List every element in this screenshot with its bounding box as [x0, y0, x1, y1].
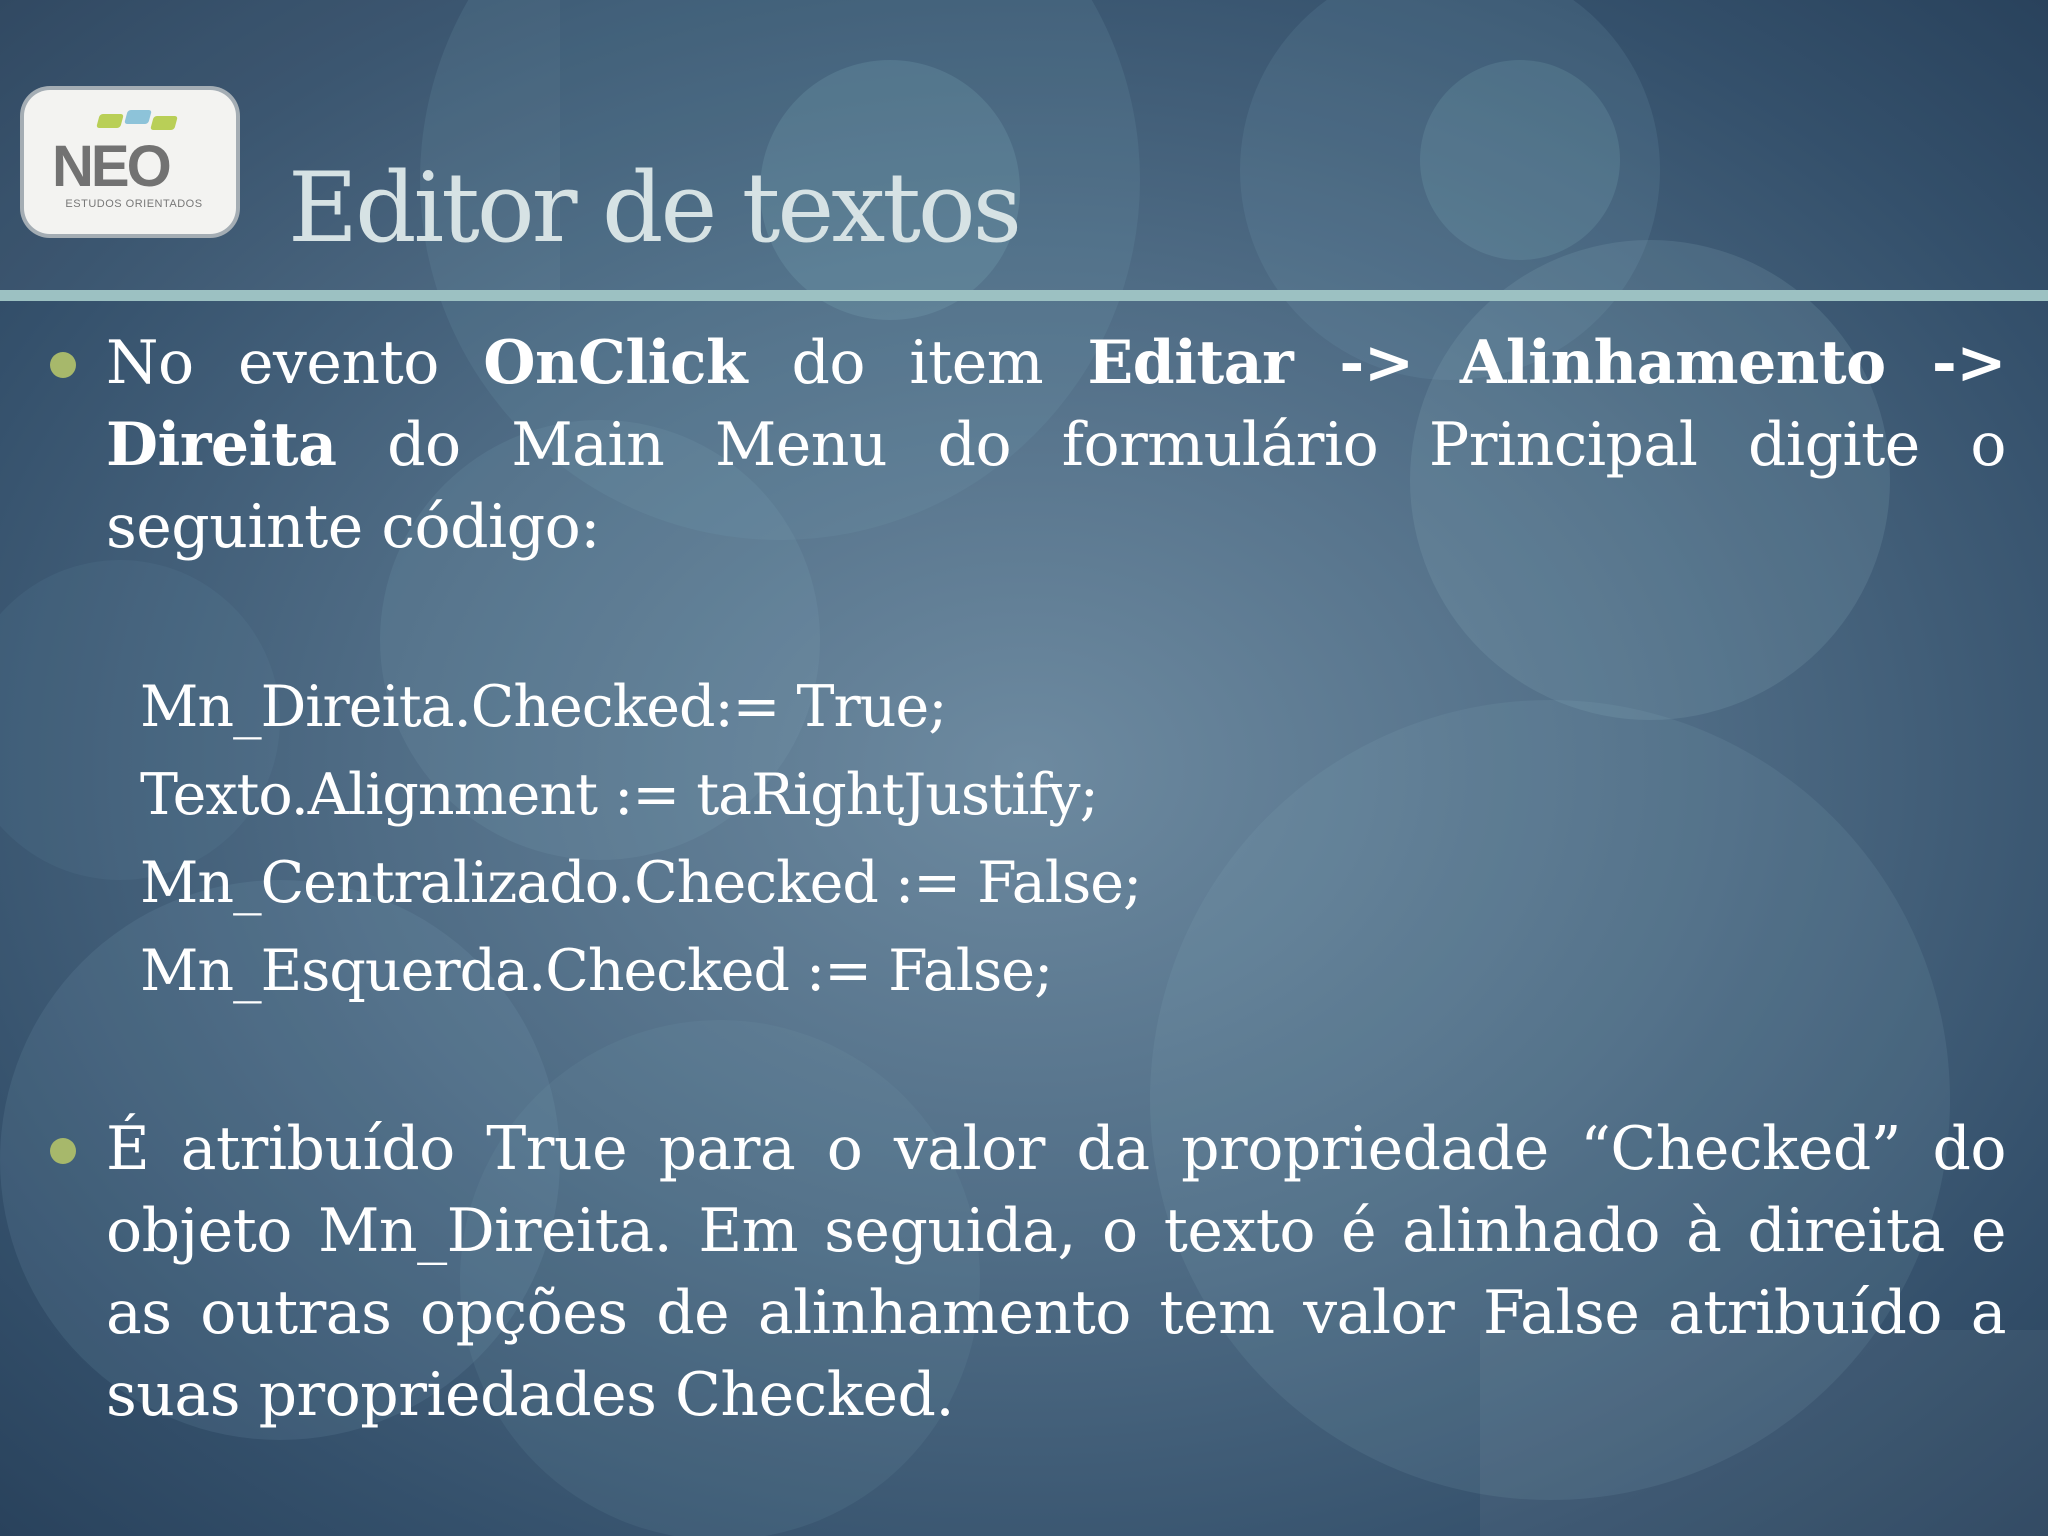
bullet-dot-icon: [50, 1138, 76, 1164]
bullet-item-2: É atribuído True para o valor da proprie…: [50, 1108, 2007, 1436]
bullet-1-text-c: do Main Menu do formulário Principal dig…: [106, 410, 2007, 562]
logo-cube-icon: [150, 116, 178, 130]
neo-logo: NEO ESTUDOS ORIENTADOS: [24, 90, 236, 234]
bullet-1-text-a: No evento: [106, 328, 484, 398]
logo-cube-icon: [124, 110, 152, 124]
code-line: Mn_Centralizado.Checked := False;: [140, 850, 1142, 916]
bullet-item-1: No evento OnClick do item Editar -> Alin…: [50, 322, 2007, 568]
code-line: Mn_Direita.Checked:= True;: [140, 674, 947, 740]
code-line: Texto.Alignment := taRightJustify;: [140, 762, 1099, 828]
background-bubble: [1420, 60, 1620, 260]
bullet-text-2: É atribuído True para o valor da proprie…: [106, 1114, 2007, 1430]
code-line: Mn_Esquerda.Checked := False;: [140, 938, 1053, 1004]
bullet-1-onclick: OnClick: [483, 328, 748, 398]
logo-wordmark: NEO: [52, 134, 172, 199]
logo-subtitle: ESTUDOS ORIENTADOS: [65, 198, 203, 210]
code-block: Mn_Direita.Checked:= True; Texto.Alignme…: [140, 663, 1142, 1015]
bullet-text-1: No evento OnClick do item Editar -> Alin…: [106, 322, 2007, 568]
slide-title: Editor de textos: [288, 152, 1022, 264]
bullet-dot-icon: [50, 352, 76, 378]
bullet-1-text-b: do item: [747, 328, 1088, 398]
title-divider: [0, 290, 2048, 301]
logo-cube-icon: [96, 114, 124, 128]
